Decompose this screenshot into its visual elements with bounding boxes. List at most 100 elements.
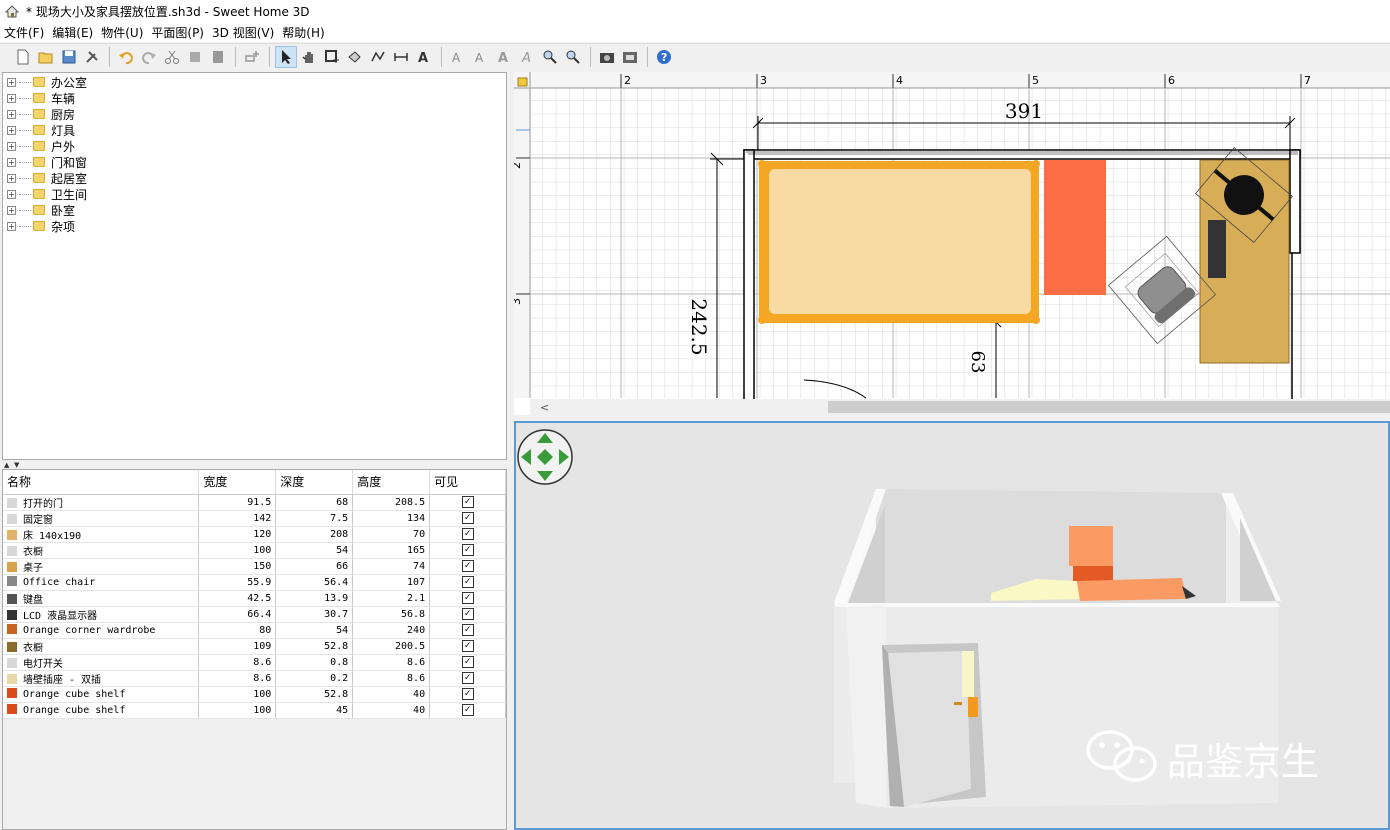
monitor-furniture[interactable] — [1208, 220, 1226, 278]
table-row[interactable]: 墙壁插座 - 双插 8.6 0.2 8.6 ✓ — [3, 670, 506, 687]
create-dimensions-button[interactable] — [390, 46, 412, 68]
table-row[interactable]: 衣橱 109 52.8 200.5 ✓ — [3, 638, 506, 655]
catalog-category[interactable]: + 办公室 — [7, 74, 87, 90]
add-text-button[interactable]: A — [413, 46, 435, 68]
catalog-category[interactable]: + 车辆 — [7, 90, 75, 106]
expand-icon[interactable]: + — [7, 205, 16, 215]
catalog-category[interactable]: + 起居室 — [7, 170, 87, 186]
create-polylines-button[interactable] — [367, 46, 389, 68]
table-row[interactable]: 打开的门 91.5 68 208.5 ✓ — [3, 494, 506, 511]
catalog-category[interactable]: + 卧室 — [7, 202, 75, 218]
column-header-depth[interactable]: 深度 — [275, 470, 354, 495]
table-row[interactable]: Orange corner wardrobe 80 54 240 ✓ — [3, 622, 506, 639]
visible-checkbox[interactable]: ✓ — [461, 640, 474, 652]
bed-furniture[interactable] — [758, 160, 1040, 324]
visible-checkbox[interactable]: ✓ — [461, 608, 474, 620]
visible-checkbox[interactable]: ✓ — [461, 528, 474, 540]
add-furniture-button[interactable] — [241, 46, 263, 68]
column-header-height[interactable]: 高度 — [352, 470, 431, 495]
menu-plan[interactable]: 平面图(P) — [147, 24, 208, 41]
3d-view[interactable]: 品鉴京生 — [514, 421, 1390, 830]
vertical-splitter[interactable] — [507, 72, 514, 830]
zoom-out-button[interactable] — [562, 46, 584, 68]
table-row[interactable]: Orange cube shelf 100 45 40 ✓ — [3, 702, 506, 719]
redo-button[interactable] — [138, 46, 160, 68]
menu-help[interactable]: 帮助(H) — [278, 24, 328, 41]
navigation-arrows-icon[interactable] — [517, 429, 573, 485]
visible-checkbox[interactable]: ✓ — [461, 704, 474, 716]
copy-button[interactable] — [184, 46, 206, 68]
open-button[interactable] — [35, 46, 57, 68]
select-mode-button[interactable] — [275, 46, 297, 68]
paste-button[interactable] — [207, 46, 229, 68]
visible-checkbox[interactable]: ✓ — [461, 688, 474, 700]
table-row[interactable]: 固定窗 142 7.5 134 ✓ — [3, 510, 506, 527]
menu-file[interactable]: 文件(F) — [0, 24, 48, 41]
decrease-text-button[interactable]: A — [470, 46, 492, 68]
visible-checkbox[interactable]: ✓ — [461, 576, 474, 588]
catalog-category[interactable]: + 户外 — [7, 138, 75, 154]
italic-text-button[interactable]: A — [516, 46, 538, 68]
visible-checkbox[interactable]: ✓ — [461, 672, 474, 684]
cut-button[interactable] — [161, 46, 183, 68]
save-button[interactable] — [58, 46, 80, 68]
table-row[interactable]: 桌子 150 66 74 ✓ — [3, 558, 506, 575]
new-file-button[interactable] — [12, 46, 34, 68]
lock-icon[interactable] — [517, 77, 528, 87]
splitter-down-icon[interactable]: ▼ — [14, 461, 19, 469]
depth-cell: 0.2 — [275, 670, 354, 687]
expand-icon[interactable]: + — [7, 157, 16, 167]
catalog-category[interactable]: + 门和窗 — [7, 154, 87, 170]
table-row[interactable]: 衣橱 100 54 165 ✓ — [3, 542, 506, 559]
zoom-in-button[interactable] — [539, 46, 561, 68]
column-header-name[interactable]: 名称 — [3, 470, 200, 495]
visible-checkbox[interactable]: ✓ — [461, 592, 474, 604]
create-photo-button[interactable] — [596, 46, 618, 68]
column-header-visible[interactable]: 可见 — [429, 470, 506, 495]
undo-button[interactable] — [115, 46, 137, 68]
visible-checkbox[interactable]: ✓ — [461, 544, 474, 556]
bold-text-button[interactable]: A — [493, 46, 515, 68]
expand-icon[interactable]: + — [7, 93, 16, 103]
help-button[interactable]: ? — [653, 46, 675, 68]
visible-checkbox[interactable]: ✓ — [461, 560, 474, 572]
expand-icon[interactable]: + — [7, 125, 16, 135]
expand-icon[interactable]: + — [7, 141, 16, 151]
preferences-button[interactable] — [81, 46, 103, 68]
catalog-category[interactable]: + 杂项 — [7, 218, 75, 234]
expand-icon[interactable]: + — [7, 221, 16, 231]
plan-scrollbar-thumb[interactable] — [828, 401, 1390, 413]
visible-checkbox[interactable]: ✓ — [461, 512, 474, 524]
create-walls-button[interactable] — [321, 46, 343, 68]
menu-edit[interactable]: 编辑(E) — [48, 24, 97, 41]
catalog-category[interactable]: + 卫生间 — [7, 186, 87, 202]
table-row[interactable]: Office chair 55.9 56.4 107 ✓ — [3, 574, 506, 591]
table-row[interactable]: 键盘 42.5 13.9 2.1 ✓ — [3, 590, 506, 607]
expand-icon[interactable]: + — [7, 109, 16, 119]
visible-checkbox[interactable]: ✓ — [461, 624, 474, 636]
splitter-up-icon[interactable]: ▲ — [4, 461, 9, 469]
plan-view[interactable]: 2 3 4 5 6 7 2 3 391 242.5 — [514, 72, 1390, 415]
table-row[interactable]: 电灯开关 8.6 0.8 8.6 ✓ — [3, 654, 506, 671]
create-rooms-button[interactable] — [344, 46, 366, 68]
menu-furniture[interactable]: 物件(U) — [97, 24, 147, 41]
create-video-button[interactable] — [619, 46, 641, 68]
visible-checkbox[interactable]: ✓ — [461, 496, 474, 508]
visible-checkbox[interactable]: ✓ — [461, 656, 474, 668]
catalog-category[interactable]: + 灯具 — [7, 122, 75, 138]
left-splitter[interactable]: ▲ ▼ — [2, 461, 507, 469]
catalog-label: 卫生间 — [51, 187, 88, 202]
table-row[interactable]: Orange cube shelf 100 52.8 40 ✓ — [3, 686, 506, 703]
expand-icon[interactable]: + — [7, 173, 16, 183]
expand-icon[interactable]: + — [7, 189, 16, 199]
orange-wardrobe-furniture[interactable] — [1044, 160, 1106, 295]
scroll-left-icon[interactable]: < — [540, 401, 549, 414]
pan-mode-button[interactable] — [298, 46, 320, 68]
column-header-width[interactable]: 宽度 — [198, 470, 277, 495]
expand-icon[interactable]: + — [7, 77, 16, 87]
table-row[interactable]: 床 140x190 120 208 70 ✓ — [3, 526, 506, 543]
catalog-category[interactable]: + 厨房 — [7, 106, 75, 122]
increase-text-button[interactable]: A — [447, 46, 469, 68]
menu-3d-view[interactable]: 3D 视图(V) — [208, 24, 278, 41]
table-row[interactable]: LCD 液晶显示器 66.4 30.7 56.8 ✓ — [3, 606, 506, 623]
